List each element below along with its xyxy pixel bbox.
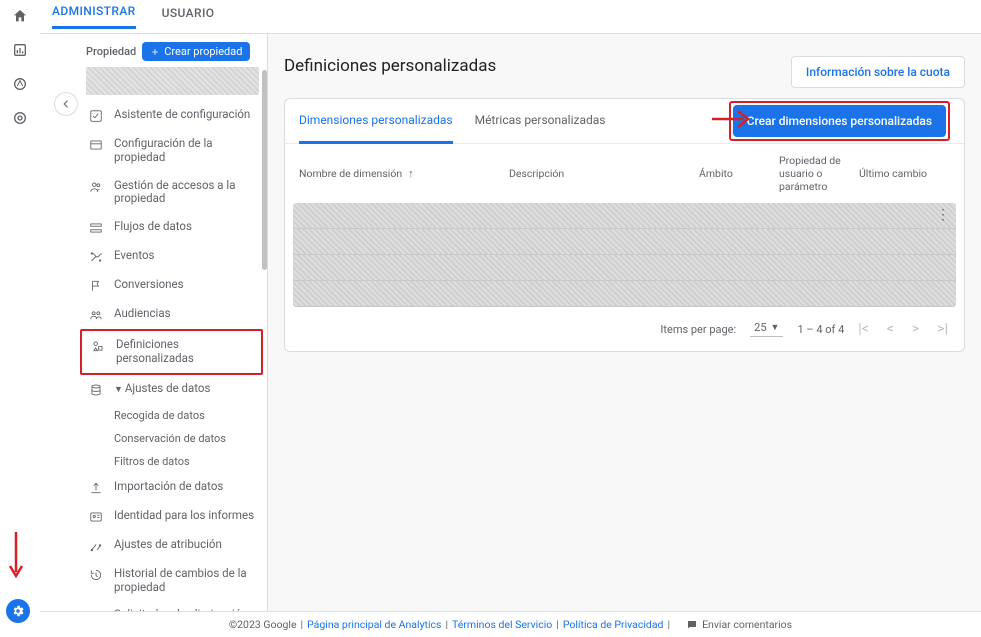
property-name-redacted[interactable] bbox=[86, 67, 259, 95]
sidebar-item-label: Importación de datos bbox=[114, 480, 257, 494]
shapes-icon bbox=[90, 338, 106, 353]
quota-info-button[interactable]: Información sobre la cuota bbox=[791, 56, 965, 88]
property-label: Propiedad bbox=[86, 45, 136, 58]
sidebar-item-upload[interactable]: Importación de datos bbox=[80, 473, 263, 502]
custom-definitions-card: Dimensiones personalizadas Métricas pers… bbox=[284, 98, 965, 352]
tab-custom-dimensions[interactable]: Dimensiones personalizadas bbox=[299, 99, 453, 144]
sidebar: Propiedad Crear propiedad Asistente de c… bbox=[40, 34, 268, 611]
sidebar-item-attribution[interactable]: Ajustes de atribución bbox=[80, 531, 263, 560]
sidebar-item-shapes[interactable]: Definiciones personalizadas bbox=[80, 329, 263, 375]
feedback-icon bbox=[686, 619, 698, 631]
annotation-arrow-right bbox=[710, 107, 754, 133]
sidebar-item-label: Configuración de la propiedad bbox=[114, 137, 257, 165]
explore-icon[interactable] bbox=[12, 76, 28, 92]
sidebar-item-label: Definiciones personalizadas bbox=[116, 338, 255, 366]
tab-custom-metrics[interactable]: Métricas personalizadas bbox=[475, 99, 606, 143]
people-icon bbox=[88, 179, 104, 194]
sidebar-item-card[interactable]: Configuración de la propiedad bbox=[80, 130, 263, 172]
sidebar-item-label: Flujos de datos bbox=[114, 220, 257, 234]
sidebar-item-delete-req[interactable]: DdSolicitudes de eliminación de datos bbox=[80, 601, 263, 611]
sidebar-scrollbar[interactable] bbox=[262, 70, 267, 270]
streams-icon bbox=[88, 220, 104, 235]
sidebar-item-label: Ajustes de atribución bbox=[114, 538, 257, 552]
sidebar-subitem[interactable]: Filtros de datos bbox=[114, 450, 263, 473]
admin-gear-button[interactable] bbox=[6, 599, 30, 623]
footer: ©2023 Google | Página principal de Analy… bbox=[40, 611, 981, 637]
checklist-icon bbox=[88, 108, 104, 123]
audience-icon bbox=[88, 307, 104, 322]
sidebar-item-label: Gestión de accesos a la propiedad bbox=[114, 179, 257, 207]
back-button[interactable] bbox=[54, 92, 78, 116]
sidebar-subitem[interactable]: Recogida de datos bbox=[114, 404, 263, 427]
sidebar-item-history[interactable]: Historial de cambios de la propiedad bbox=[80, 560, 263, 602]
footer-copyright: ©2023 Google bbox=[229, 618, 297, 631]
attribution-icon bbox=[88, 538, 104, 553]
col-last-change: Último cambio bbox=[859, 167, 927, 180]
col-scope: Ámbito bbox=[699, 167, 733, 180]
sidebar-item-label: Eventos bbox=[114, 249, 257, 263]
pager: Items per page: 25▼ 1 – 4 of 4 |< < > >| bbox=[285, 307, 964, 351]
sidebar-item-label: Identidad para los informes bbox=[114, 509, 257, 523]
pager-last-icon[interactable]: >| bbox=[937, 321, 948, 337]
tab-admin[interactable]: ADMINISTRAR bbox=[52, 4, 136, 29]
footer-link-terms[interactable]: Términos del Servicio bbox=[452, 618, 552, 631]
sort-asc-icon[interactable]: ↑ bbox=[408, 167, 414, 180]
page-title: Definiciones personalizadas bbox=[284, 56, 496, 76]
history-icon bbox=[88, 567, 104, 582]
table-row[interactable] bbox=[293, 281, 956, 307]
footer-link-analytics[interactable]: Página principal de Analytics bbox=[307, 618, 441, 631]
table-row[interactable]: ⋮ bbox=[293, 203, 956, 229]
table-row[interactable] bbox=[293, 229, 956, 255]
identity-icon bbox=[88, 509, 104, 524]
sidebar-item-label: Audiencias bbox=[114, 307, 257, 321]
top-tabs: ADMINISTRAR USUARIO bbox=[40, 0, 981, 34]
footer-feedback[interactable]: Enviar comentarios bbox=[686, 618, 792, 631]
sidebar-item-flag[interactable]: Conversiones bbox=[80, 271, 263, 300]
sidebar-item-label: Historial de cambios de la propiedad bbox=[114, 567, 257, 595]
sidebar-subitem[interactable]: Conservación de datos bbox=[114, 427, 263, 450]
sidebar-item-people[interactable]: Gestión de accesos a la propiedad bbox=[80, 172, 263, 214]
flag-icon bbox=[88, 278, 104, 293]
pager-prev-icon[interactable]: < bbox=[887, 321, 894, 337]
sidebar-item-streams[interactable]: Flujos de datos bbox=[80, 213, 263, 242]
sidebar-item-label: ▼Ajustes de datos bbox=[114, 382, 257, 396]
footer-link-privacy[interactable]: Política de Privacidad bbox=[563, 618, 664, 631]
table-header: Nombre de dimensión↑ Descripción Ámbito … bbox=[285, 144, 964, 203]
stack-icon bbox=[88, 382, 104, 397]
tab-user[interactable]: USUARIO bbox=[162, 6, 215, 28]
sidebar-item-stack[interactable]: ▼Ajustes de datos bbox=[80, 375, 263, 404]
row-menu-icon[interactable]: ⋮ bbox=[936, 207, 950, 223]
sidebar-item-checklist[interactable]: Asistente de configuración bbox=[80, 101, 263, 130]
page-range: 1 – 4 of 4 bbox=[797, 323, 844, 336]
pager-first-icon[interactable]: |< bbox=[858, 321, 869, 337]
dropdown-icon: ▼ bbox=[771, 322, 780, 333]
main-panel: Definiciones personalizadas Información … bbox=[268, 34, 981, 611]
events-icon bbox=[88, 249, 104, 264]
create-dimension-button[interactable]: Crear dimensiones personalizadas bbox=[733, 105, 946, 137]
annotation-arrow-down bbox=[6, 530, 32, 586]
sidebar-item-label: Conversiones bbox=[114, 278, 257, 292]
sidebar-item-identity[interactable]: Identidad para los informes bbox=[80, 502, 263, 531]
card-icon bbox=[88, 137, 104, 152]
table-row[interactable] bbox=[293, 255, 956, 281]
upload-icon bbox=[88, 480, 104, 495]
sidebar-item-events[interactable]: Eventos bbox=[80, 242, 263, 271]
sidebar-item-audience[interactable]: Audiencias bbox=[80, 300, 263, 329]
pager-next-icon[interactable]: > bbox=[912, 321, 919, 337]
page-size-select[interactable]: 25▼ bbox=[750, 321, 783, 337]
sidebar-item-label: Asistente de configuración bbox=[114, 108, 257, 122]
items-per-page-label: Items per page: bbox=[660, 323, 736, 336]
create-property-label: Crear propiedad bbox=[164, 45, 242, 58]
create-property-button[interactable]: Crear propiedad bbox=[142, 42, 250, 61]
col-name[interactable]: Nombre de dimensión bbox=[299, 167, 402, 180]
home-icon[interactable] bbox=[12, 8, 28, 24]
col-param: Propiedad de usuario o parámetro bbox=[779, 154, 841, 193]
col-description: Descripción bbox=[509, 167, 564, 180]
advertising-icon[interactable] bbox=[12, 110, 28, 126]
reports-icon[interactable] bbox=[12, 42, 28, 58]
